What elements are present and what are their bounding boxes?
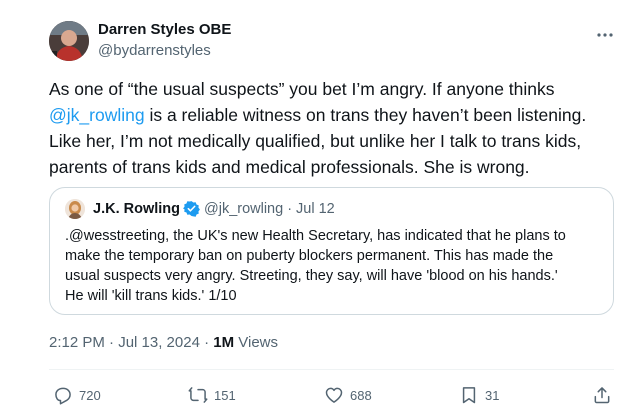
tweet-line: As one of “the usual suspects” you bet I… xyxy=(49,79,555,99)
quoted-author-handle: @jk_rowling xyxy=(204,200,284,217)
more-options-button[interactable] xyxy=(595,26,615,37)
tweet-line: parents of trans kids and medical profes… xyxy=(49,157,530,177)
reply-button[interactable]: 720 xyxy=(53,385,101,405)
quoted-tweet-card[interactable]: J.K. Rowling @jk_rowling · Jul 12 .@wess… xyxy=(49,187,614,315)
tweet-line: @jk_rowling is a reliable witness on tra… xyxy=(49,102,609,128)
like-icon xyxy=(325,387,343,403)
mention-link[interactable]: @jk_rowling xyxy=(49,105,145,125)
repost-count: 151 xyxy=(214,387,236,403)
tweet-line-text: is a reliable witness on trans they have… xyxy=(144,105,587,125)
repost-icon xyxy=(188,387,208,403)
quoted-date: Jul 12 xyxy=(296,200,335,217)
timestamp[interactable]: 2:12 PM · Jul 13, 2024 · xyxy=(49,334,213,351)
quoted-tweet-text: .@wesstreeting, the UK's new Health Secr… xyxy=(65,226,605,306)
quoted-author-avatar xyxy=(65,199,85,219)
views-count: 1M xyxy=(213,334,235,351)
quoted-tweet-header: J.K. Rowling @jk_rowling · Jul 12 xyxy=(93,200,335,217)
quoted-author-name: J.K. Rowling xyxy=(93,200,180,217)
bookmark-button[interactable]: 31 xyxy=(459,385,499,405)
views-label: Views xyxy=(234,334,279,351)
reply-count: 720 xyxy=(79,387,101,403)
bookmark-count: 31 xyxy=(485,387,500,403)
quoted-line: make the temporary ban on puberty blocke… xyxy=(65,248,554,264)
quoted-line: He will 'kill trans kids.' 1/10 xyxy=(65,288,237,304)
divider xyxy=(49,369,614,370)
tweet-line: Like her, I’m not medically qualified, b… xyxy=(49,131,582,151)
like-button[interactable]: 688 xyxy=(324,385,372,405)
quoted-separator: · xyxy=(287,200,293,217)
verified-badge-icon xyxy=(183,200,200,217)
share-icon xyxy=(594,387,610,404)
tweet-text: As one of “the usual suspects” you bet I… xyxy=(49,76,609,180)
quoted-line: .@wesstreeting, the UK's new Health Secr… xyxy=(65,228,566,244)
more-icon xyxy=(597,33,613,37)
author-handle[interactable]: @bydarrenstyles xyxy=(98,42,211,59)
like-count: 688 xyxy=(350,387,372,403)
reply-icon xyxy=(55,387,71,405)
author-name[interactable]: Darren Styles OBE xyxy=(98,21,231,38)
bookmark-icon xyxy=(462,387,476,404)
author-avatar[interactable] xyxy=(49,21,89,61)
repost-button[interactable]: 151 xyxy=(188,385,236,405)
share-button[interactable] xyxy=(592,385,612,405)
quoted-line: usual suspects very angry. Streeting, th… xyxy=(65,268,558,284)
tweet-meta: 2:12 PM · Jul 13, 2024 · 1M Views xyxy=(49,334,278,351)
